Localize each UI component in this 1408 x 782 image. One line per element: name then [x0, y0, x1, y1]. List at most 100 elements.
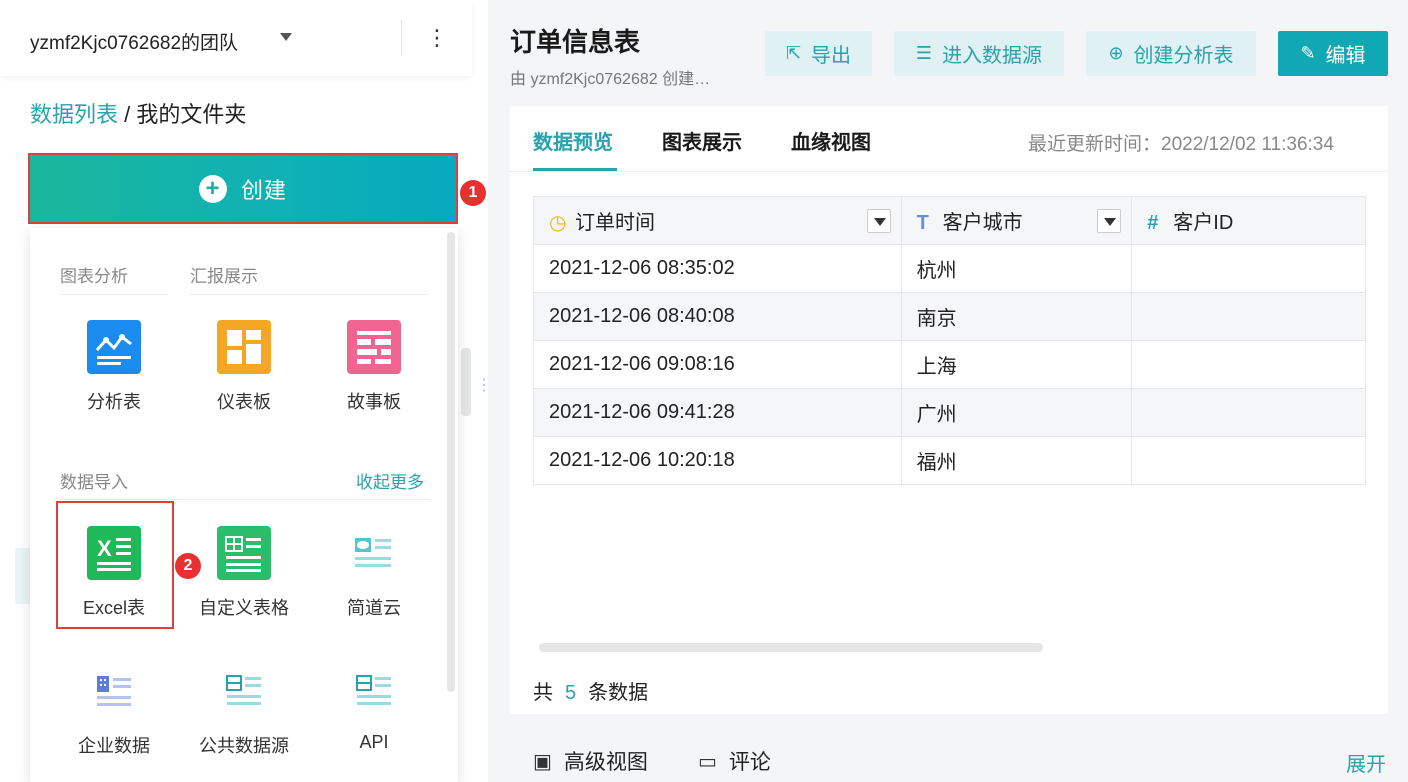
table-row: 2021-12-06 08:40:08 南京: [533, 292, 1366, 341]
page-subtitle: 由 yzmf2Kjc0762682 创建…: [510, 71, 711, 88]
tile-label: 简道云: [347, 598, 401, 618]
export-icon: ⇱: [785, 43, 802, 63]
tile-label: 自定义表格: [199, 598, 289, 618]
tab-chart-display[interactable]: 图表展示: [662, 126, 742, 155]
table-cell[interactable]: 上海: [900, 340, 1133, 389]
column-label: 客户ID: [1173, 212, 1234, 234]
row-count-value: 5: [565, 682, 577, 704]
row-count-suffix: 条数据: [588, 682, 649, 704]
section-data-import: 数据导入: [60, 473, 128, 492]
table-cell[interactable]: 福州: [900, 436, 1133, 485]
advanced-view-button[interactable]: ▣ 高级视图: [533, 746, 648, 776]
tile-label: 公共数据源: [199, 736, 289, 756]
table-cell[interactable]: 南京: [900, 292, 1133, 341]
table-cell[interactable]: 杭州: [900, 244, 1133, 293]
comment-icon: ▭: [698, 750, 717, 773]
team-bar: yzmf2Kjc0762682的团队 ⋮: [0, 0, 472, 76]
collapse-more-link[interactable]: 收起更多: [356, 468, 424, 493]
divider: [190, 294, 428, 295]
drag-dots-icon[interactable]: ⋮: [476, 378, 492, 394]
tile-public-datasource[interactable]: 公共数据源: [179, 664, 309, 774]
breadcrumb: 数据列表 / 我的文件夹: [30, 97, 246, 129]
create-button[interactable]: + 创建: [28, 153, 458, 224]
table-cell[interactable]: [1131, 292, 1366, 341]
analysis-table-icon: [87, 320, 141, 374]
table-row: 2021-12-06 09:41:28 广州: [533, 388, 1366, 437]
clock-icon: ◷: [549, 212, 567, 234]
table-cell[interactable]: [1131, 436, 1366, 485]
more-vertical-icon[interactable]: ⋮: [426, 24, 448, 52]
page-title: 订单信息表: [510, 27, 641, 57]
table-cell[interactable]: [1131, 244, 1366, 293]
divider: [60, 294, 168, 295]
team-name[interactable]: yzmf2Kjc0762682的团队: [30, 28, 238, 55]
column-header[interactable]: T 客户城市: [900, 196, 1133, 245]
pencil-icon: ✎: [1300, 43, 1316, 63]
table-cell[interactable]: 2021-12-06 09:08:16: [533, 340, 902, 389]
list-selection-marker: [15, 548, 30, 604]
table-cell[interactable]: [1131, 340, 1366, 389]
column-header[interactable]: ◷ 订单时间: [533, 196, 902, 245]
table-horizontal-scrollbar[interactable]: [539, 643, 1043, 652]
row-count-prefix: 共: [533, 682, 553, 704]
data-table: ◷ 订单时间 T 客户城市 # 客户ID 2021-12-06 08:35:02 杭州…: [533, 196, 1366, 485]
column-menu-button[interactable]: [866, 209, 891, 233]
comment-button[interactable]: ▭ 评论: [698, 746, 771, 776]
edit-button[interactable]: ✎ 编辑: [1278, 31, 1388, 76]
edit-label: 编辑: [1325, 45, 1366, 67]
export-button[interactable]: ⇱ 导出: [765, 31, 872, 76]
expand-link[interactable]: 展开: [1346, 748, 1386, 777]
table-cell[interactable]: 2021-12-06 08:40:08: [533, 292, 902, 341]
breadcrumb-root-link[interactable]: 数据列表: [30, 102, 118, 127]
table-cell[interactable]: 2021-12-06 08:35:02: [533, 244, 902, 293]
chevron-down-icon[interactable]: [280, 33, 292, 41]
column-label: 客户城市: [942, 212, 1023, 234]
table-cell[interactable]: 广州: [900, 388, 1133, 437]
table-header-row: ◷ 订单时间 T 客户城市 # 客户ID: [533, 196, 1366, 245]
public-datasource-icon: [226, 675, 261, 705]
enter-datasource-button[interactable]: ☰ 进入数据源: [894, 31, 1064, 76]
comment-label: 评论: [728, 751, 771, 774]
column-menu-button[interactable]: [1097, 209, 1122, 233]
tile-storyboard[interactable]: 故事板: [309, 320, 439, 430]
menu-scrollbar[interactable]: [447, 232, 455, 692]
jiandaoyun-icon: [355, 538, 391, 567]
table-cell[interactable]: 2021-12-06 09:41:28: [533, 388, 902, 437]
row-count: 共 5 条数据: [533, 676, 648, 705]
breadcrumb-separator: /: [118, 102, 137, 127]
table-cell[interactable]: [1131, 388, 1366, 437]
tile-analysis-table[interactable]: 分析表: [49, 320, 179, 430]
tile-jiandaoyun[interactable]: 简道云: [309, 526, 439, 636]
table-row: 2021-12-06 08:35:02 杭州: [533, 244, 1366, 293]
tab-divider: [510, 171, 1388, 172]
tile-enterprise-data[interactable]: 企业数据: [49, 664, 179, 774]
column-header[interactable]: # 客户ID: [1131, 196, 1366, 245]
table-cell[interactable]: 2021-12-06 10:20:18: [533, 436, 902, 485]
tile-label: 分析表: [87, 392, 141, 412]
tile-dashboard[interactable]: 仪表板: [179, 320, 309, 430]
tile-label: 企业数据: [78, 736, 150, 756]
excel-highlight-frame: [56, 501, 174, 629]
create-analysis-button[interactable]: ⊕ 创建分析表: [1086, 31, 1256, 76]
tile-label: 故事板: [347, 392, 401, 412]
tile-custom-table[interactable]: 自定义表格: [179, 526, 309, 636]
last-updated: 最近更新时间：2022/12/02 11:36:34: [1028, 134, 1334, 155]
tab-lineage-view[interactable]: 血缘视图: [791, 126, 871, 155]
table-row: 2021-12-06 09:08:16 上海: [533, 340, 1366, 389]
tab-data-preview[interactable]: 数据预览: [533, 126, 613, 155]
create-analysis-label: 创建分析表: [1133, 45, 1234, 67]
section-report: 汇报展示: [190, 267, 258, 286]
api-icon: [356, 675, 391, 705]
datasource-icon: ☰: [915, 43, 933, 63]
plus-circle-icon: +: [198, 174, 227, 203]
panel-resize-handle[interactable]: [461, 348, 471, 416]
enter-datasource-label: 进入数据源: [942, 45, 1043, 67]
divider: [401, 20, 402, 56]
create-button-label: 创建: [240, 177, 287, 203]
active-tab-indicator: [533, 168, 617, 171]
column-label: 订单时间: [575, 212, 655, 234]
text-type-icon: T: [916, 212, 929, 234]
table-row: 2021-12-06 10:20:18 福州: [533, 436, 1366, 485]
storyboard-icon: [347, 320, 401, 374]
tile-api[interactable]: API: [309, 664, 439, 774]
